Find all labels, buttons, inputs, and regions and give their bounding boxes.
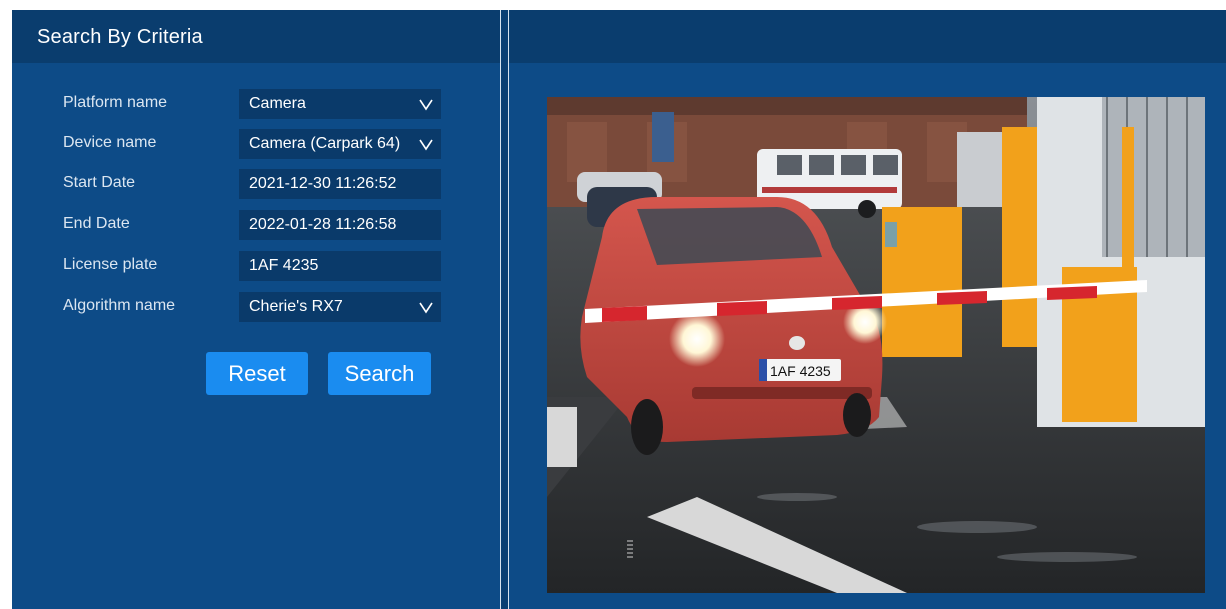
platform-name-value: Camera	[249, 95, 306, 112]
search-panel: Search By Criteria Platform name Camera …	[12, 10, 500, 609]
end-date-row: End Date 2022-01-28 11:26:58	[63, 210, 443, 240]
camera-panel-header	[509, 10, 1226, 63]
app-window: Search By Criteria Platform name Camera …	[12, 10, 1226, 609]
panel-divider[interactable]	[500, 10, 509, 609]
license-plate-input[interactable]: 1AF 4235	[239, 251, 441, 281]
device-name-label: Device name	[63, 134, 157, 151]
algorithm-name-select[interactable]: Cherie's RX7	[239, 292, 441, 322]
chevron-down-icon	[419, 302, 433, 314]
start-date-label: Start Date	[63, 174, 136, 191]
chevron-down-icon	[419, 139, 433, 151]
algorithm-name-label: Algorithm name	[63, 297, 176, 314]
camera-snapshot-image: 1AF 4235	[547, 97, 1205, 593]
license-plate-row: License plate 1AF 4235	[63, 251, 443, 281]
device-name-value: Camera (Carpark 64)	[249, 135, 401, 152]
search-button[interactable]: Search	[328, 352, 431, 395]
search-panel-header: Search By Criteria	[12, 10, 500, 63]
platform-name-row: Platform name Camera	[63, 89, 443, 119]
start-date-row: Start Date 2021-12-30 11:26:52	[63, 169, 443, 199]
license-plate-label: License plate	[63, 256, 158, 273]
platform-name-label: Platform name	[63, 94, 168, 111]
search-panel-title: Search By Criteria	[37, 26, 203, 48]
end-date-label: End Date	[63, 215, 130, 232]
platform-name-select[interactable]: Camera	[239, 89, 441, 119]
device-name-row: Device name Camera (Carpark 64)	[63, 129, 443, 159]
end-date-field[interactable]: 2022-01-28 11:26:58	[239, 210, 441, 240]
camera-panel: 1AF 4235	[509, 10, 1226, 609]
reset-button[interactable]: Reset	[206, 352, 308, 395]
chevron-down-icon	[419, 99, 433, 111]
start-date-field[interactable]: 2021-12-30 11:26:52	[239, 169, 441, 199]
end-date-value: 2022-01-28 11:26:58	[249, 216, 397, 233]
license-plate-value: 1AF 4235	[249, 257, 319, 274]
algorithm-name-value: Cherie's RX7	[249, 298, 343, 315]
start-date-value: 2021-12-30 11:26:52	[249, 175, 397, 192]
algorithm-name-row: Algorithm name Cherie's RX7	[63, 292, 443, 322]
plate-text: 1AF 4235	[770, 363, 831, 379]
camera-snapshot: 1AF 4235	[547, 97, 1205, 593]
device-name-select[interactable]: Camera (Carpark 64)	[239, 129, 441, 159]
